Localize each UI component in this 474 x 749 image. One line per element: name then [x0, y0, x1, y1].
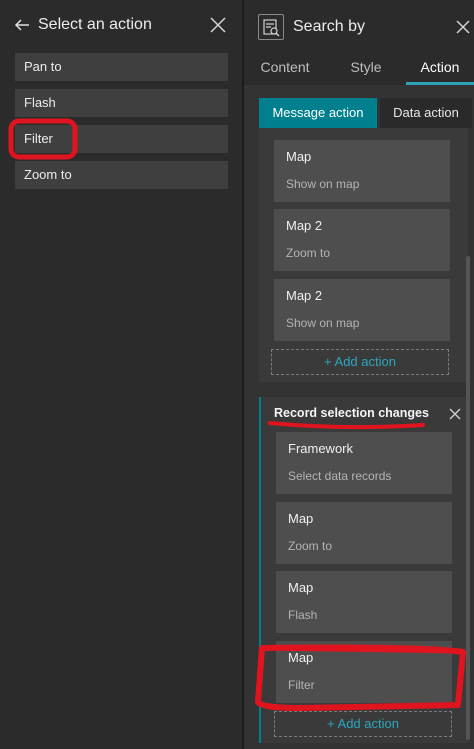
arrow-left-icon[interactable] — [12, 15, 32, 35]
settings-tabs: Content Style Action — [244, 52, 474, 85]
tab-content[interactable]: Content — [244, 52, 326, 85]
card-subtitle: Flash — [288, 608, 318, 622]
action-card[interactable]: Map 2 Show on map — [274, 279, 450, 341]
subtab-message-action[interactable]: Message action — [259, 98, 377, 128]
select-action-header: Select an action — [0, 0, 242, 52]
action-card[interactable]: Map Filter — [276, 641, 452, 703]
card-subtitle: Zoom to — [286, 246, 331, 260]
action-flash[interactable]: Flash — [15, 89, 228, 117]
close-icon[interactable] — [448, 407, 462, 421]
tab-style[interactable]: Style — [326, 52, 406, 85]
card-subtitle: Filter — [288, 678, 315, 692]
action-card[interactable]: Map Flash — [276, 571, 452, 633]
card-title: Map — [286, 149, 312, 164]
action-zoom-to[interactable]: Zoom to — [15, 161, 228, 189]
card-title: Map — [288, 650, 314, 665]
trigger-title: Record selection changes — [274, 406, 429, 420]
subtab-data-action[interactable]: Data action — [380, 98, 472, 128]
card-title: Map — [288, 580, 314, 595]
message-action-section: Map Show on map Map 2 Zoom to Map 2 Show… — [259, 128, 468, 382]
card-title: Framework — [288, 441, 354, 456]
card-subtitle: Show on map — [286, 177, 360, 191]
tab-action[interactable]: Action — [406, 52, 474, 85]
add-action-button[interactable]: + Add action — [274, 711, 452, 737]
scrollbar[interactable] — [466, 256, 470, 740]
card-subtitle: Select data records — [288, 469, 392, 483]
close-icon[interactable] — [209, 16, 227, 34]
close-icon[interactable] — [455, 19, 471, 35]
card-title: Map 2 — [286, 288, 323, 303]
action-card[interactable]: Map Show on map — [274, 140, 450, 202]
widget-title: Search by — [293, 18, 366, 35]
select-action-panel: Select an action Pan to Flash Filter Zoo… — [0, 0, 242, 749]
select-action-title: Select an action — [38, 16, 152, 33]
search-widget-icon — [258, 14, 284, 40]
record-selection-section: Record selection changes Framework Selec… — [259, 397, 468, 743]
action-card[interactable]: Map 2 Zoom to — [274, 209, 450, 271]
card-subtitle: Show on map — [286, 316, 360, 330]
card-subtitle: Zoom to — [288, 539, 333, 553]
action-filter[interactable]: Filter — [15, 125, 228, 153]
card-title: Map 2 — [286, 218, 323, 233]
action-pan-to[interactable]: Pan to — [15, 53, 228, 81]
add-action-button[interactable]: + Add action — [271, 349, 449, 375]
action-card[interactable]: Framework Select data records — [276, 432, 452, 494]
card-title: Map — [288, 511, 314, 526]
action-card[interactable]: Map Zoom to — [276, 502, 452, 564]
widget-settings-panel: Search by Content Style Action Message a… — [244, 0, 474, 749]
